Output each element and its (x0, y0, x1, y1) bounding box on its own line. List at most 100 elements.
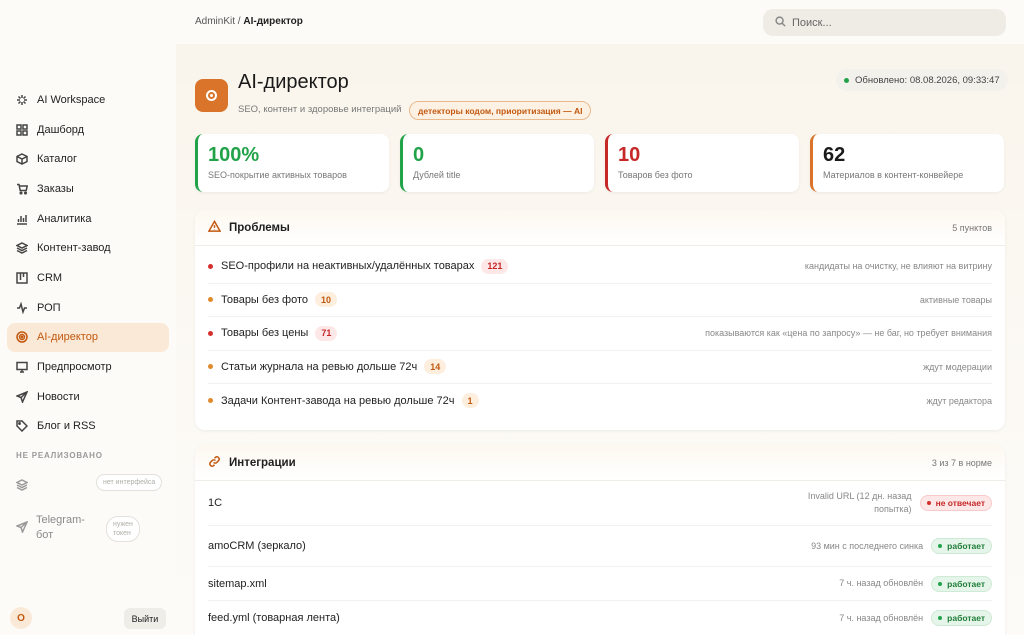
status-dot-icon (844, 77, 849, 83)
sidebar-item-disabled-layers (15, 479, 29, 494)
sidebar-item-ai-director[interactable]: AI-директор (7, 322, 169, 353)
problem-count-badge: 14 (424, 359, 447, 375)
problems-panel: Проблемы 5 пунктов SEO-профили на неакти… (195, 210, 1005, 430)
sidebar-item-label: Предпросмотр (37, 361, 112, 374)
integration-row[interactable]: feed.yml (товарная лента) 7 ч. назад обн… (208, 601, 992, 635)
page-subtitle: SEO, контент и здоровье интеграций (238, 104, 402, 115)
severity-dot-icon (208, 364, 213, 370)
integration-row[interactable]: 1C Invalid URL (12 дн. назад попытка) не… (208, 481, 992, 526)
search-box[interactable] (763, 9, 1006, 36)
warning-icon (207, 219, 229, 236)
telegram-bot-label: Telegram- бот (36, 513, 85, 543)
sidebar-item-label: Каталог (37, 153, 77, 166)
severity-dot-icon (208, 297, 213, 303)
status-badge: работает (931, 610, 992, 626)
send-icon (16, 390, 28, 403)
section-label-not-implemented: НЕ РЕАЛИЗОВАНО (16, 451, 103, 460)
kpi-label: Материалов в контент-конвейере (823, 170, 964, 180)
telegram-label-line1: Telegram- (36, 514, 85, 526)
sidebar-item-label: Дашборд (37, 123, 85, 136)
status-dot-icon (938, 616, 943, 620)
breadcrumb-root[interactable]: AdminKit (195, 16, 235, 27)
problem-count-badge: 10 (315, 292, 338, 308)
sidebar-item-content-factory[interactable]: Контент-завод (7, 233, 169, 263)
integration-note: Invalid URL (12 дн. назад попытка) (807, 491, 912, 514)
kanban-icon (16, 272, 28, 284)
kpi-value: 10 (618, 144, 641, 166)
sidebar-item-preview[interactable]: Предпросмотр (7, 352, 169, 382)
problem-row[interactable]: Товары без цены 71 показываются как «цен… (208, 317, 992, 351)
sidebar-item-blog[interactable]: Блог и RSS (7, 412, 169, 442)
pulse-icon (16, 301, 28, 314)
sidebar-item-label: Аналитика (37, 212, 92, 225)
status-badge: работает (931, 538, 992, 554)
pill-line1: нужен (113, 521, 133, 528)
problem-row[interactable]: Задачи Контент-завода на ревью дольше 72… (208, 384, 992, 418)
sidebar-item-orders[interactable]: Заказы (7, 174, 169, 204)
sidebar-item-label: Блог и RSS (37, 420, 96, 433)
problem-note: активные товары (919, 294, 992, 305)
status-badge: не отвечает (919, 495, 992, 511)
sidebar-item-catalog[interactable]: Каталог (7, 144, 169, 174)
status-text: работает (947, 578, 985, 589)
problems-header: Проблемы 5 пунктов (195, 210, 1005, 246)
ai-badge: детекторы кодом, приоритизация — AI (409, 101, 592, 120)
layers-icon (16, 242, 28, 255)
sidebar-item-analytics[interactable]: Аналитика (7, 204, 169, 234)
kpi-card: 0 Дублей title (400, 134, 594, 192)
kpi-card: 10 Товаров без фото (605, 134, 799, 192)
status-text: не отвечает (935, 498, 985, 508)
sidebar-item-ai-workspace[interactable]: AI Workspace (7, 85, 169, 115)
status-text: работает (947, 541, 985, 551)
problem-count-badge: 1 (461, 393, 479, 409)
integration-name: feed.yml (товарная лента) (208, 612, 340, 624)
kpi-value: 62 (823, 144, 846, 166)
problem-text: Товары без цены (221, 327, 309, 340)
avatar[interactable]: O (10, 607, 32, 629)
problem-text: SEO-профили на неактивных/удалённых това… (221, 260, 475, 273)
page-title: AI-директор (238, 71, 349, 93)
integration-name: amoCRM (зеркало) (208, 540, 306, 552)
problem-text: Товары без фото (221, 293, 309, 306)
box-icon (16, 153, 28, 166)
kpi-value: 0 (413, 144, 425, 166)
problem-row[interactable]: Товары без фото 10 активные товары (208, 284, 992, 317)
sidebar-item-label: AI-директор (37, 331, 98, 344)
severity-dot-icon (208, 330, 213, 336)
updated-text: Обновлено: 08.08.2026, 09:33:47 (855, 74, 1000, 86)
breadcrumb: AdminKit / AI-директор (195, 16, 303, 27)
token-required-pill: нужен токен (106, 516, 140, 542)
integration-row[interactable]: sitemap.xml 7 ч. назад обновлён работает (208, 567, 992, 601)
sidebar-item-dashboard[interactable]: Дашборд (7, 115, 169, 145)
sidebar-item-rop[interactable]: РОП (7, 293, 169, 323)
integrations-title: Интеграции (229, 456, 296, 469)
sidebar: AI Workspace Дашборд Каталог Заказы Анал… (0, 0, 176, 635)
kpi-value: 100% (208, 144, 260, 166)
problem-note: ждут редактора (926, 395, 992, 406)
problem-row[interactable]: SEO-профили на неактивных/удалённых това… (208, 250, 992, 284)
sidebar-item-label: Новости (37, 390, 80, 403)
bar-chart-icon (16, 213, 28, 225)
monitor-icon (16, 361, 28, 373)
status-dot-icon (938, 581, 943, 586)
kpi-label: Дублей title (413, 170, 461, 180)
search-input[interactable] (792, 16, 992, 29)
integration-note: 7 ч. назад обновлён (839, 578, 924, 588)
telegram-label-line2: бот (36, 529, 54, 541)
not-implemented-pill: нет интерфейса (96, 474, 163, 491)
problem-row[interactable]: Статьи журнала на ревью дольше 72ч 14 жд… (208, 351, 992, 384)
logout-button[interactable]: Выйти (124, 608, 166, 629)
status-dot-icon (938, 544, 943, 548)
integrations-count: 3 из 7 в норме (931, 457, 992, 468)
integrations-panel: Интеграции 3 из 7 в норме 1C Invalid URL… (195, 445, 1005, 635)
severity-dot-icon (208, 263, 213, 269)
sidebar-nav: AI Workspace Дашборд Каталог Заказы Анал… (7, 85, 169, 441)
sidebar-item-news[interactable]: Новости (7, 382, 169, 412)
tag-icon (16, 420, 28, 433)
integration-row[interactable]: amoCRM (зеркало) 93 мин с последнего син… (208, 526, 992, 567)
integration-name: sitemap.xml (208, 577, 267, 590)
status-text: работает (947, 613, 985, 623)
sparkle-icon (16, 94, 28, 106)
sidebar-item-crm[interactable]: CRM (7, 263, 169, 293)
target-icon (16, 331, 28, 344)
